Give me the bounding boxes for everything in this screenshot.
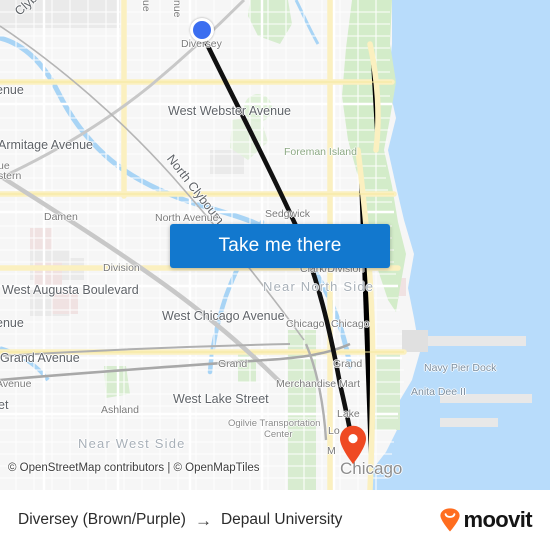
take-me-there-button[interactable]: Take me there [170, 224, 390, 268]
destination-marker[interactable] [338, 425, 368, 465]
trip-destination-label: Depaul University [220, 511, 343, 528]
map-pin-icon [340, 425, 366, 464]
trip-origin-label: Diversey (Brown/Purple) [18, 511, 186, 528]
footer-bar: Diversey (Brown/Purple) → Depaul Univers… [0, 490, 550, 550]
arrow-right-icon: → [194, 510, 212, 530]
moovit-wordmark: moovit [463, 507, 532, 532]
trip-summary: Diversey (Brown/Purple) → Depaul Univers… [18, 511, 342, 529]
origin-marker[interactable] [190, 18, 214, 42]
moovit-pin-icon [440, 508, 461, 532]
moovit-logo[interactable]: moovit [439, 507, 533, 532]
map-canvas[interactable]: Clybourn AvenueenueArmitage AvenuesternD… [0, 0, 550, 490]
map-attribution[interactable]: © OpenStreetMap contributors | © OpenMap… [8, 462, 260, 474]
